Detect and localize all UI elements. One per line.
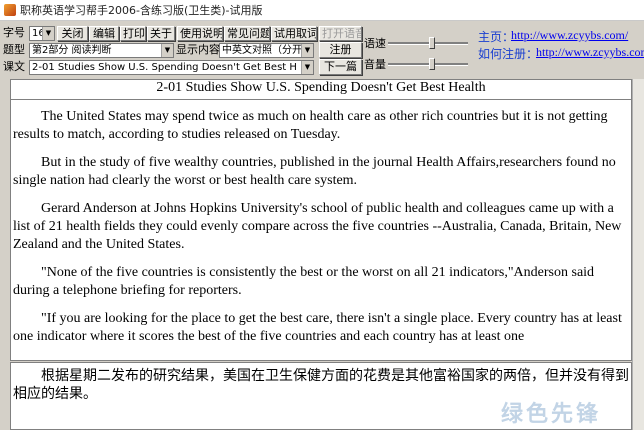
lesson-select[interactable]: 2-01 Studies Show U.S. Spending Doesn't …	[29, 60, 314, 75]
font-size-select[interactable]: 16 ▼	[29, 26, 55, 41]
rate-slider[interactable]	[388, 37, 468, 49]
faq-button[interactable]: 常见问题	[224, 26, 270, 41]
next-article-button[interactable]: 下一篇	[319, 59, 362, 75]
home-link[interactable]: http://www.zcyybs.com/	[511, 28, 628, 43]
usage-guide-button[interactable]: 使用说明	[177, 26, 223, 41]
paragraph: The United States may spend twice as muc…	[13, 109, 608, 142]
print-button[interactable]: 打印	[120, 26, 146, 41]
paragraph: But in the study of five wealthy countri…	[13, 155, 616, 188]
toolbar: 字号 16 ▼ 关闭 编辑 打印 关于 使用说明 常见问题 试用取词 打开语音 …	[0, 21, 644, 78]
rate-thumb[interactable]	[429, 37, 435, 49]
close-button[interactable]: 关闭	[57, 26, 88, 41]
register-link-label: 如何注册：	[478, 47, 539, 61]
paragraph: "If you are looking for the place to get…	[13, 311, 622, 344]
word-pick-button[interactable]: 试用取词	[271, 26, 317, 41]
category-select[interactable]: 第2部分 阅读判断 ▼	[29, 43, 174, 58]
chevron-down-icon: ▼	[42, 27, 54, 40]
article-pane[interactable]: 2-01 Studies Show U.S. Spending Doesn't …	[10, 79, 632, 361]
paragraph: "None of the five countries is consisten…	[13, 265, 595, 298]
volume-thumb[interactable]	[429, 58, 435, 70]
display-select[interactable]: 中英文对照（分开 ▼	[219, 43, 314, 58]
title-divider	[11, 99, 631, 100]
volume-slider[interactable]	[388, 58, 468, 70]
chevron-down-icon: ▼	[301, 61, 313, 74]
category-label: 题型	[3, 43, 25, 56]
vertical-scrollbar[interactable]	[632, 79, 644, 430]
edit-button[interactable]: 编辑	[89, 26, 119, 41]
display-value: 中英文对照（分开	[222, 45, 302, 56]
display-label: 显示内容	[176, 43, 220, 56]
open-audio-button[interactable]: 打开语音	[319, 26, 362, 41]
lesson-value: 2-01 Studies Show U.S. Spending Doesn't …	[32, 62, 297, 73]
register-button[interactable]: 注册	[319, 42, 362, 58]
rate-label: 语速	[364, 37, 386, 50]
category-value: 第2部分 阅读判断	[32, 45, 112, 56]
chevron-down-icon: ▼	[301, 44, 313, 57]
window-title: 职称英语学习帮手2006-含练习版(卫生类)-试用版	[20, 4, 263, 17]
home-link-label: 主页：	[478, 30, 515, 44]
translation-text: 根据星期二发布的研究结果，美国在卫生保健方面的花费是其他富裕国家的两倍，但并没有…	[13, 368, 629, 402]
watermark-logo: 绿色先锋	[500, 401, 601, 427]
volume-track	[388, 63, 468, 66]
register-link[interactable]: http://www.zcyybs.com/	[536, 45, 644, 60]
article-title: 2-01 Studies Show U.S. Spending Doesn't …	[156, 80, 486, 95]
title-bar: 职称英语学习帮手2006-含练习版(卫生类)-试用版	[0, 0, 644, 21]
lesson-label: 课文	[3, 60, 25, 73]
rate-track	[388, 42, 468, 45]
app-icon	[4, 4, 16, 16]
paragraph: Gerard Anderson at Johns Hopkins Univers…	[13, 201, 622, 252]
about-button[interactable]: 关于	[147, 26, 175, 41]
chevron-down-icon: ▼	[161, 44, 173, 57]
volume-label: 音量	[364, 58, 386, 71]
article-body: The United States may spend twice as muc…	[13, 108, 629, 356]
translation-pane[interactable]: 根据星期二发布的研究结果，美国在卫生保健方面的花费是其他富裕国家的两倍，但并没有…	[10, 362, 632, 430]
font-size-label: 字号	[3, 26, 25, 39]
